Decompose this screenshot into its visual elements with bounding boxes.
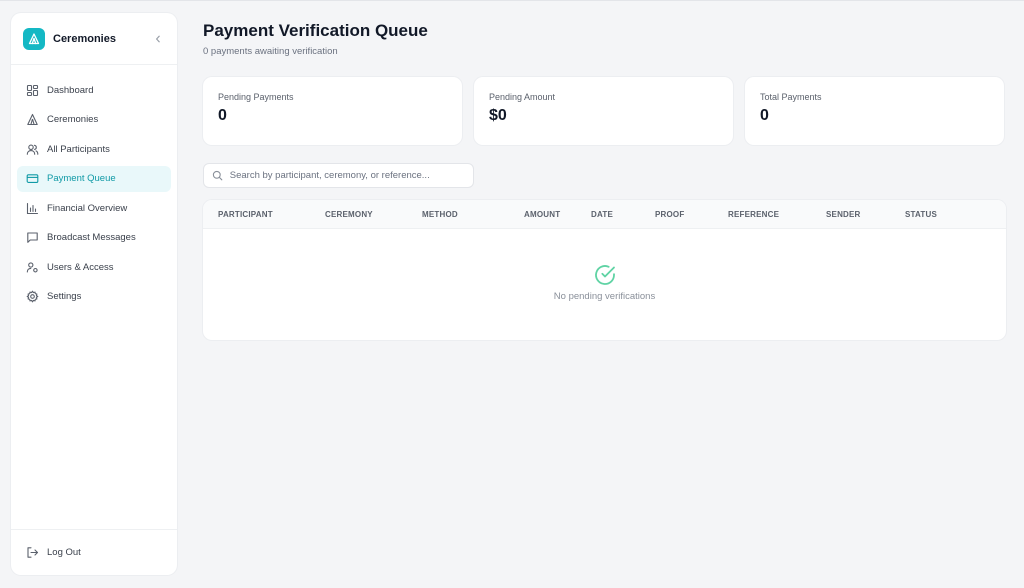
stat-label: Pending Amount — [489, 92, 556, 102]
stat-card-total-payments: Total Payments 0 — [745, 77, 1004, 145]
sidebar-item-broadcast-messages[interactable]: Broadcast Messages — [17, 225, 171, 251]
participants-icon — [25, 142, 39, 156]
stat-value: 0 — [760, 107, 769, 124]
column-header-ceremony: CEREMONY — [325, 210, 373, 219]
column-header-sender: SENDER — [826, 210, 861, 219]
user-key-icon — [25, 260, 39, 274]
page-subtitle: 0 payments awaiting verification — [203, 46, 338, 57]
column-header-method: METHOD — [422, 210, 458, 219]
sidebar-item-payment-queue[interactable]: Payment Queue — [17, 165, 171, 192]
empty-state-text: No pending verifications — [553, 291, 656, 302]
credit-card-icon — [25, 172, 39, 186]
stat-card-pending-amount: Pending Amount $0 — [474, 77, 733, 145]
sidebar-item-label: All Participants — [47, 143, 110, 155]
search-input[interactable] — [229, 170, 465, 181]
sidebar-item-ceremonies[interactable]: Ceremonies — [17, 107, 171, 133]
app-window: Ceremonies Dashboard Ceremonies All Part… — [0, 0, 1024, 588]
stats-cards: Pending Payments 0 Pending Amount $0 Tot… — [203, 77, 1006, 145]
page-title: Payment Verification Queue — [203, 21, 428, 40]
sidebar-item-label: Payment Queue — [47, 173, 116, 184]
search-icon — [212, 170, 224, 182]
column-header-reference: REFERENCE — [728, 210, 780, 219]
logout-button[interactable]: Log Out — [25, 546, 81, 560]
sidebar-item-label: Dashboard — [47, 84, 94, 96]
column-header-participant: PARTICIPANT — [218, 210, 273, 219]
sidebar-item-label: Broadcast Messages — [47, 232, 136, 243]
ceremonies-icon — [25, 113, 39, 127]
gear-icon — [25, 290, 39, 304]
collapse-sidebar-button[interactable] — [151, 32, 165, 46]
sidebar-item-dashboard[interactable]: Dashboard — [17, 77, 171, 103]
check-circle-icon — [593, 263, 617, 287]
sidebar-item-label: Financial Overview — [47, 202, 128, 214]
sidebar-item-financial-overview[interactable]: Financial Overview — [17, 195, 171, 221]
sidebar-nav: Dashboard Ceremonies All Participants Pa… — [11, 65, 177, 529]
message-icon — [25, 231, 39, 245]
sidebar-item-users-access[interactable]: Users & Access — [17, 254, 171, 280]
sidebar: Ceremonies Dashboard Ceremonies All Part… — [11, 13, 177, 575]
table-header: PARTICIPANT CEREMONY METHOD AMOUNT DATE … — [203, 200, 1006, 229]
column-header-amount: AMOUNT — [524, 210, 561, 219]
stat-value: 0 — [218, 107, 227, 124]
brand-name: Ceremonies — [53, 32, 116, 45]
payments-table: PARTICIPANT CEREMONY METHOD AMOUNT DATE … — [203, 200, 1006, 340]
logout-label: Log Out — [47, 547, 81, 558]
column-header-date: DATE — [591, 210, 613, 219]
stat-label: Total Payments — [760, 92, 822, 102]
stat-card-pending-payments: Pending Payments 0 — [203, 77, 462, 145]
dashboard-icon — [25, 83, 39, 97]
stat-value: $0 — [489, 107, 507, 124]
search-box[interactable] — [203, 163, 474, 188]
chevron-left-icon — [156, 35, 160, 42]
sidebar-brand: Ceremonies — [11, 13, 177, 65]
column-header-status: STATUS — [905, 210, 938, 219]
ceremony-logo-icon — [23, 27, 45, 50]
stat-label: Pending Payments — [218, 92, 294, 102]
sidebar-item-all-participants[interactable]: All Participants — [17, 136, 171, 162]
sidebar-item-label: Users & Access — [47, 261, 114, 273]
sidebar-item-label: Ceremonies — [47, 114, 99, 125]
sidebar-item-settings[interactable]: Settings — [17, 284, 171, 310]
column-header-proof: PROOF — [655, 210, 685, 219]
bar-chart-icon — [25, 201, 39, 215]
sidebar-item-label: Settings — [47, 291, 82, 302]
sidebar-footer: Log Out — [11, 529, 177, 575]
empty-state: No pending verifications — [203, 263, 1006, 302]
logout-icon — [25, 546, 39, 560]
